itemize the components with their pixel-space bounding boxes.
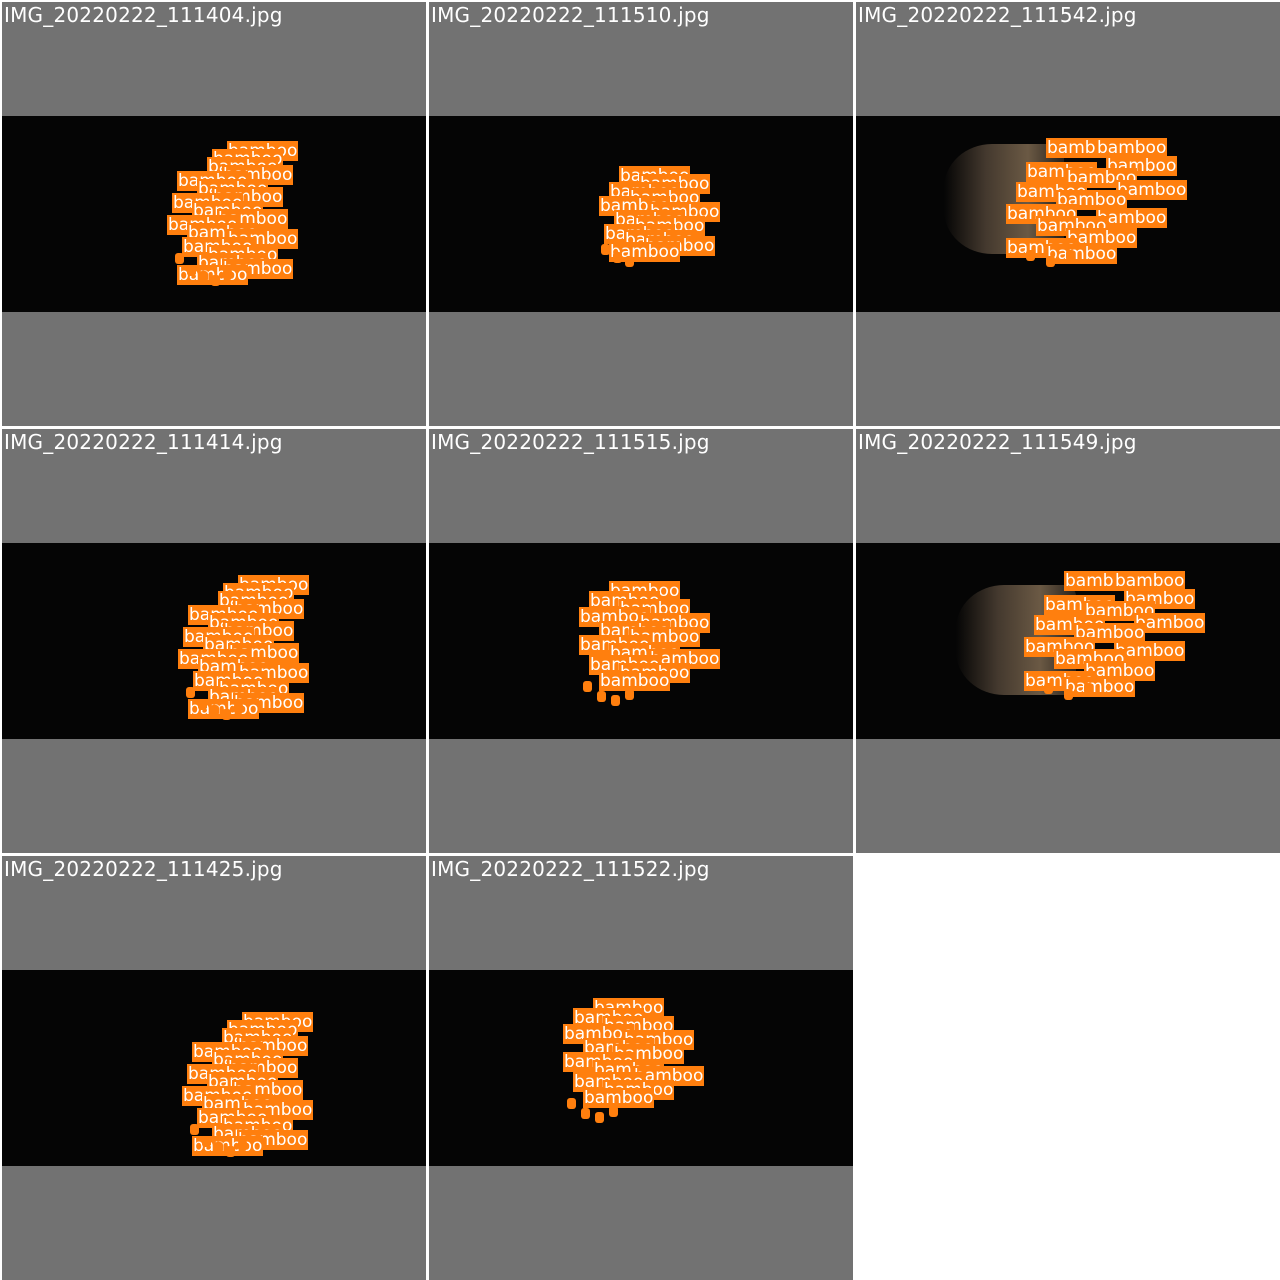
image-tile[interactable]: IMG_20220222_111510.jpg bamboobamboobamb… [429,2,853,426]
detection-marker [625,689,634,700]
tile-filename: IMG_20220222_111515.jpg [431,430,710,454]
tile-photo: bamboobamboobamboobamboobamboobamboobamb… [2,543,426,739]
detection-marker [222,709,231,720]
detection-label: bamboo [1114,571,1186,591]
detection-marker [583,681,592,692]
tile-filename: IMG_20220222_111404.jpg [4,3,283,27]
detection-marker [1046,256,1055,267]
tile-photo: bamboobamboobamboobamboobamboobamboobamb… [856,543,1280,739]
detection-marker [597,691,606,702]
detection-marker [611,695,620,706]
tile-photo: bamboobamboobamboobamboobamboobamboobamb… [2,970,426,1166]
tile-filename: IMG_20220222_111510.jpg [431,3,710,27]
detection-marker [601,244,610,255]
image-tile[interactable]: IMG_20220222_111404.jpg bamboo bamboo bamb… [2,2,426,426]
detection-marker [581,1108,590,1119]
detection-marker [226,1146,235,1157]
detection-marker [190,1124,199,1135]
detection-label: bamboo [1096,138,1168,158]
detection-marker [613,252,622,263]
detection-marker [186,687,195,698]
tile-filename: IMG_20220222_111549.jpg [858,430,1137,454]
detection-marker [595,1112,604,1123]
detection-marker [567,1098,576,1109]
tile-photo: bamboobamboobamboobamboobamboobamboobamb… [2,116,426,312]
detection-marker [199,271,208,282]
tile-filename: IMG_20220222_111414.jpg [4,430,283,454]
image-grid: IMG_20220222_111404.jpg bamboo bamboo bamb… [0,0,1280,1280]
tile-filename: IMG_20220222_111542.jpg [858,3,1137,27]
detection-marker [609,1106,618,1117]
detection-marker [198,699,207,710]
tile-filename: IMG_20220222_111425.jpg [4,857,283,881]
detection-marker [1066,250,1075,261]
detection-marker [234,703,243,714]
image-tile[interactable]: IMG_20220222_111522.jpg bamboo bamboo bamb… [429,856,853,1280]
detection-marker [625,256,634,267]
detection-label: bamboo [599,671,671,691]
tile-photo: bamboobamboobamboobamboobamboobamboobamb… [429,543,853,739]
detection-marker [211,275,220,286]
detection-marker [1026,250,1035,261]
detection-marker [1064,689,1073,700]
detection-marker [1044,683,1053,694]
tile-photo: bamboobamboobamboobamboobamboobamboobamb… [429,970,853,1166]
detection-marker [1084,683,1093,694]
image-tile[interactable]: IMG_20220222_111549.jpg bamboo bamboo bamb… [856,429,1280,853]
tile-photo: bamboobamboobamboobamboobamboobamboobamb… [856,116,1280,312]
detection-marker [214,1142,223,1153]
detection-marker [202,1136,211,1147]
detection-label: bamboo [1046,244,1118,264]
tile-filename: IMG_20220222_111522.jpg [431,857,710,881]
image-tile[interactable]: IMG_20220222_111515.jpg bamboo bamboo bamb… [429,429,853,853]
detection-marker [175,253,184,264]
detection-marker [187,265,196,276]
image-tile[interactable]: IMG_20220222_111414.jpg bamboo bamboo bamb… [2,429,426,853]
image-tile[interactable]: IMG_20220222_111542.jpg bamboo bamboo bamb… [856,2,1280,426]
detection-label: bamboo [1064,677,1136,697]
detection-marker [210,705,219,716]
image-tile[interactable]: IMG_20220222_111425.jpg bamboo bamboo bamb… [2,856,426,1280]
detection-marker [223,269,232,280]
tile-photo: bamboobamboobamboobamboobamboobamboobamb… [429,116,853,312]
detection-marker [238,1140,247,1151]
detection-label: bamboo [583,1088,655,1108]
